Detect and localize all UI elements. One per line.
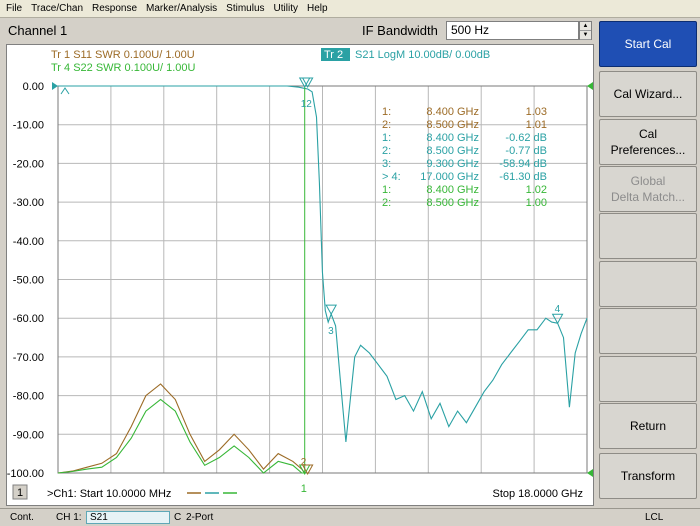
ref-bottom-arrow-icon [587,469,593,477]
marker-freq: 9.300 GHz [426,158,479,170]
sweep-mode: Cont. [10,512,34,523]
y-tick-label: -30.00 [13,197,44,209]
marker-1-bottom-label: 1 [301,483,307,495]
entry-toolbar: Channel 1 IF Bandwidth 500 Hz ▲ ▼ [0,18,596,44]
marker-id: 1: [382,132,391,144]
marker-value: -61.30 dB [499,171,547,183]
softkey-label: Start Cal [624,37,672,51]
menu-trace-chan[interactable]: Trace/Chan [31,3,83,14]
param-label: IF Bandwidth [362,23,438,38]
marker-freq: 8.500 GHz [426,145,479,157]
marker-freq: 8.500 GHz [426,197,479,209]
softkey-label: Global [630,174,666,188]
ref-right-arrow-icon [587,82,593,90]
marker-freq: 8.400 GHz [426,106,479,118]
y-tick-label: -40.00 [13,236,44,248]
channel-title: Channel 1 [8,23,68,38]
status-bar: Cont. CH 1: S21 C 2-Port LCL [0,508,700,526]
marker-4-label: 4 [555,304,561,315]
marker-freq: 8.500 GHz [426,119,479,131]
marker-value: 1.03 [526,106,547,118]
marker-value: 1.00 [526,197,547,209]
cal-status: C [174,512,182,523]
softkey-empty-6[interactable] [599,308,697,354]
menu-file[interactable]: File [6,3,22,14]
start-tick-icon [60,87,70,95]
if-bandwidth-input[interactable]: 500 Hz [446,21,579,40]
y-tick-label: -100.00 [7,468,44,480]
marker-id: 2: [382,145,391,157]
y-tick-label: 0.00 [23,81,44,93]
marker-id: 2: [382,197,391,209]
marker-freq: 8.400 GHz [426,184,479,196]
y-tick-label: -80.00 [13,391,44,403]
marker-id: 3: [382,158,391,170]
softkey-panel: Start Cal Cal Wizard... Cal Preferences... G… [597,18,700,508]
marker-value: -0.77 dB [505,145,547,157]
marker-freq: 8.400 GHz [426,132,479,144]
y-tick-label: -50.00 [13,275,44,287]
ref-status: LCL [645,512,664,523]
marker-id: 1: [382,184,391,196]
trace-chart[interactable]: 0.00 -10.00 -20.00 -30.00 -40.00 -50.00 -60.00… [7,45,593,505]
spin-down-icon[interactable]: ▼ [580,31,591,40]
marker-freq: 17.000 GHz [420,171,479,183]
marker-value: -0.62 dB [505,132,547,144]
y-tick-label: -60.00 [13,313,44,325]
softkey-cal-wizard[interactable]: Cal Wizard... [599,71,697,117]
sweep-stop: Stop 18.0000 GHz [492,488,583,500]
softkey-label: Transform [620,469,676,483]
softkey-label: Return [629,419,667,433]
spin-up-icon[interactable]: ▲ [580,22,591,31]
softkey-return[interactable]: Return [599,403,697,449]
menu-utility[interactable]: Utility [274,3,298,14]
marker-4-icon [551,313,564,325]
marker-value: -58.94 dB [499,158,547,170]
sweep-start: >Ch1: Start 10.0000 MHz [47,488,171,500]
softkey-empty-4[interactable] [599,213,697,259]
port-status: 2-Port [186,512,214,523]
menu-response[interactable]: Response [92,3,137,14]
ref-left-arrow-icon [52,82,58,90]
trace-s11 [57,383,306,474]
channel-number: 1 [17,487,23,499]
softkey-empty-7[interactable] [599,356,697,402]
marker-id: > 4: [382,171,401,183]
softkey-cal-preferences[interactable]: Cal Preferences... [599,119,697,165]
trace-s22 [57,398,305,474]
menu-stimulus[interactable]: Stimulus [226,3,264,14]
softkey-global-delta-match[interactable]: Global Delta Match... [599,166,697,212]
y-tick-label: -20.00 [13,158,44,170]
trace-label-tr2: S21 LogM 10.00dB/ 0.00dB [355,49,490,61]
menu-bar: File Trace/Chan Response Marker/Analysis Sti… [0,0,700,18]
marker-12-label: 12 [301,99,313,110]
y-tick-label: -70.00 [13,352,44,364]
marker-id: 2: [382,119,391,131]
marker-value: 1.01 [526,119,547,131]
softkey-label: Delta Match... [610,190,686,204]
softkey-start-cal[interactable]: Start Cal [599,21,697,67]
softkey-label: Cal Wizard... [613,87,683,101]
menu-help[interactable]: Help [307,3,328,14]
measurement-status[interactable]: S21 [86,511,170,524]
trace-label-tr1: Tr 1 S11 SWR 0.100U/ 1.00U [51,49,195,61]
trace-id-tr2: Tr 2 [324,49,343,61]
marker-value: 1.02 [526,184,547,196]
measurement-display[interactable]: 0.00 -10.00 -20.00 -30.00 -40.00 -50.00 -60.00… [6,44,594,506]
channel-status: CH 1: [56,512,82,523]
y-tick-label: -10.00 [13,120,44,132]
marker-id: 1: [382,106,391,118]
softkey-label: Cal [638,127,657,141]
trace-label-tr4: Tr 4 S22 SWR 0.100U/ 1.00U [51,62,196,74]
marker-2-bottom-label: 2 [301,457,307,468]
spin-control[interactable]: ▲ ▼ [579,21,592,40]
softkey-empty-5[interactable] [599,261,697,307]
softkey-transform[interactable]: Transform [599,453,697,499]
softkey-label: Preferences... [610,143,686,157]
menu-marker-analysis[interactable]: Marker/Analysis [146,3,217,14]
y-tick-label: -90.00 [13,429,44,441]
marker-3-label: 3 [328,326,334,337]
